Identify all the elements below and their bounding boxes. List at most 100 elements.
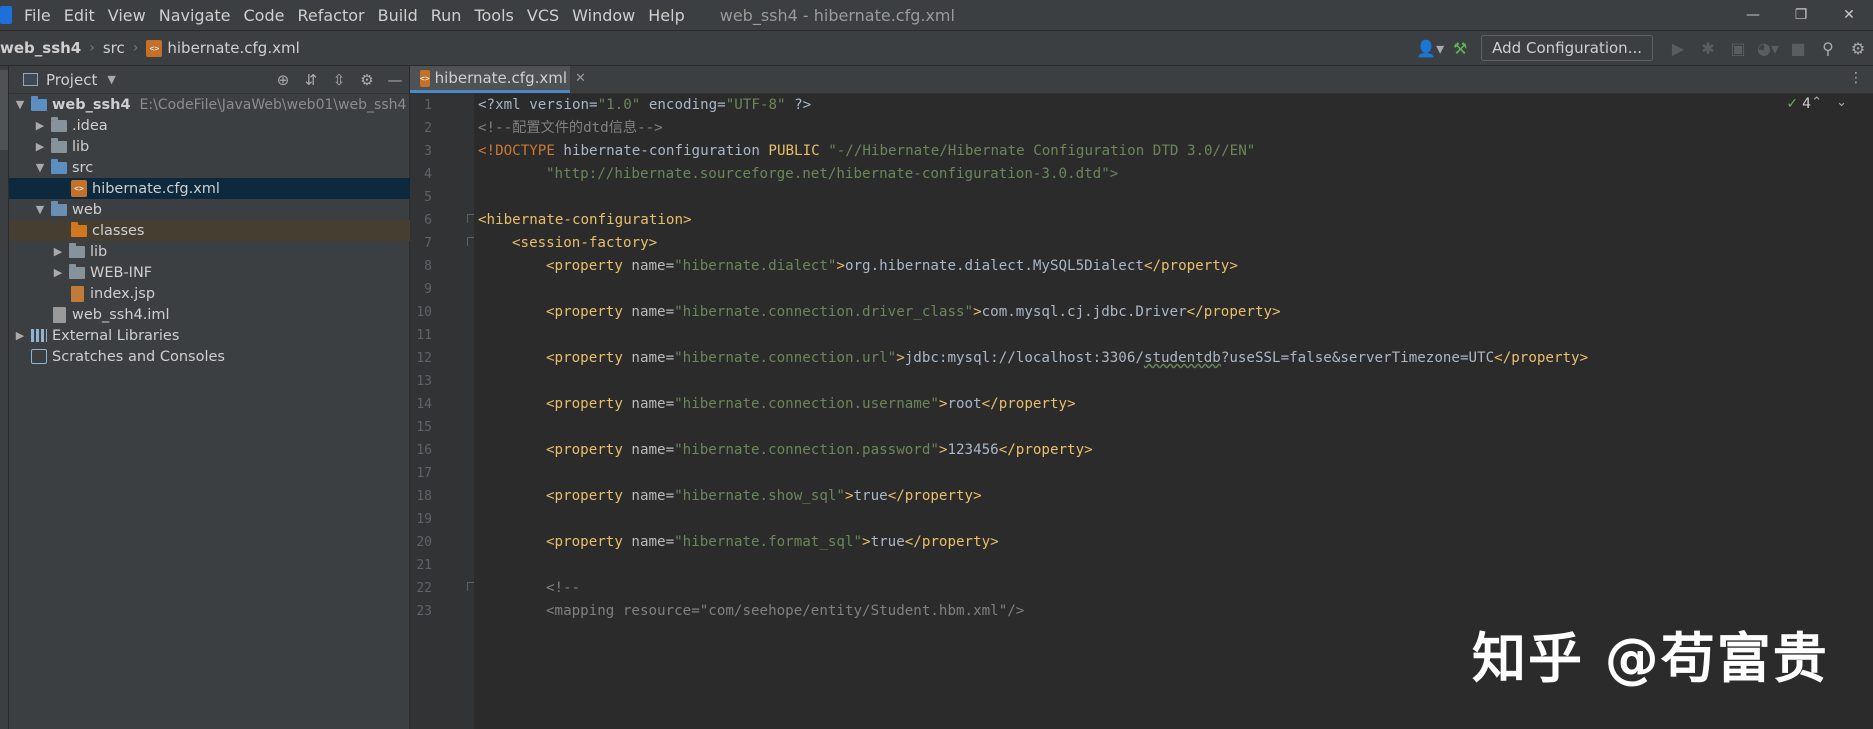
tree-item-hibernate-cfg[interactable]: <> hibernate.cfg.xml <box>9 178 471 199</box>
chevron-right-icon[interactable]: ▶ <box>33 119 47 132</box>
code-token: name= <box>622 258 675 274</box>
stop-icon[interactable]: ■ <box>1783 39 1813 58</box>
tree-item-idea[interactable]: ▶ .idea <box>9 115 433 136</box>
menu-file[interactable]: File <box>24 6 51 25</box>
inspection-count: 4 <box>1802 96 1811 112</box>
breadcrumb-src[interactable]: src <box>103 39 125 57</box>
line-number: 8 <box>424 259 432 274</box>
code-token: <property <box>546 350 623 366</box>
tree-item-scratches[interactable]: Scratches and Consoles <box>9 346 431 367</box>
more-icon[interactable]: ⋮ <box>1849 70 1863 86</box>
code-token: name= <box>622 442 675 458</box>
tree-item-src[interactable]: ▼ src <box>9 157 433 178</box>
source-folder-icon <box>51 158 67 174</box>
tree-item-external-libraries[interactable]: ▶ External Libraries <box>9 325 413 346</box>
user-icon[interactable]: 👤▾ <box>1415 39 1445 58</box>
chevron-up-icon[interactable]: ⌃ <box>1811 95 1836 110</box>
tree-item-webinf[interactable]: ▶ WEB-INF <box>9 262 451 283</box>
menu-help[interactable]: Help <box>648 6 684 25</box>
tree-item-label: src <box>72 159 94 176</box>
code-line-6: <hibernate-configuration> <box>478 212 692 228</box>
code-token: <property <box>546 442 623 458</box>
hide-icon[interactable]: — <box>381 71 409 89</box>
chevron-down-icon[interactable]: ▼ <box>13 98 27 111</box>
menu-edit[interactable]: Edit <box>64 6 95 25</box>
gear-icon[interactable]: ⚙ <box>353 71 381 89</box>
code-token: "hibernate.connection.username" <box>674 396 939 412</box>
breadcrumb-project[interactable]: web_ssh4 <box>0 39 81 57</box>
line-number: 21 <box>416 558 432 573</box>
inspection-widget[interactable]: ✓ 4 <box>1786 96 1811 112</box>
navigation-bar: web_ssh4 › src › <> hibernate.cfg.xml 👤▾… <box>0 30 1873 66</box>
menu-navigate[interactable]: Navigate <box>159 6 231 25</box>
chevron-down-icon[interactable]: ▼ <box>33 161 47 174</box>
menu-code[interactable]: Code <box>244 6 285 25</box>
chevron-right-icon[interactable]: ▶ <box>13 329 27 342</box>
minimize-icon[interactable]: — <box>1729 0 1777 30</box>
restore-icon[interactable]: ❐ <box>1777 0 1825 30</box>
code-token: </property> <box>981 396 1076 412</box>
collapse-all-icon[interactable]: ⇳ <box>325 71 353 89</box>
coverage-icon[interactable]: ▣ <box>1723 39 1753 58</box>
project-view-selector[interactable]: Project ▼ <box>23 71 116 89</box>
code-token: name= <box>622 488 675 504</box>
breadcrumb-file-label: hibernate.cfg.xml <box>167 39 300 57</box>
code-token: hibernate-configuration <box>554 143 769 159</box>
line-number: 17 <box>416 466 432 481</box>
chevron-right-icon[interactable]: ▶ <box>51 266 65 279</box>
menu-refactor[interactable]: Refactor <box>297 6 364 25</box>
tool-window-strip <box>0 66 9 729</box>
tree-item-web[interactable]: ▼ web <box>9 199 433 220</box>
code-token: /> <box>1007 603 1025 619</box>
tree-item-classes[interactable]: classes <box>9 220 471 241</box>
line-number: 9 <box>424 282 432 297</box>
code-token: </property> <box>998 442 1093 458</box>
locate-icon[interactable]: ⊕ <box>269 71 297 89</box>
tree-item-root[interactable]: ▼ web_ssh4 E:\CodeFile\JavaWeb\web01\web… <box>9 94 413 115</box>
tree-item-web-lib[interactable]: ▶ lib <box>9 241 451 262</box>
code-token: "1.0" <box>597 97 641 113</box>
debug-icon[interactable]: ✱ <box>1693 39 1723 58</box>
chevron-right-icon[interactable]: ▶ <box>33 140 47 153</box>
expand-all-icon[interactable]: ⇵ <box>297 71 325 89</box>
chevron-down-icon[interactable]: ▼ <box>33 203 47 216</box>
breadcrumb-file[interactable]: <> hibernate.cfg.xml <box>146 39 300 57</box>
excluded-folder-icon <box>71 221 87 237</box>
menu-build[interactable]: Build <box>378 6 418 25</box>
line-number: 1 <box>424 98 432 113</box>
gear-icon[interactable]: ⚙ <box>1843 39 1873 58</box>
code-token: <property <box>546 488 623 504</box>
tree-item-label: External Libraries <box>52 327 180 344</box>
line-number: 14 <box>416 397 432 412</box>
tab-hibernate-cfg[interactable]: <> hibernate.cfg.xml ✕ <box>410 66 586 93</box>
menu-tools[interactable]: Tools <box>474 6 513 25</box>
code-token: name= <box>622 534 675 550</box>
code-token: "com/seehope/entity/Student.hbm.xml" <box>699 603 1008 619</box>
problem-navigation[interactable]: ⌃⌄ <box>1811 95 1861 110</box>
run-icon[interactable]: ▶ <box>1663 39 1693 58</box>
code-token: org.hibernate.dialect.MySQL5Dialect <box>844 258 1144 274</box>
menu-run[interactable]: Run <box>431 6 462 25</box>
code-token: name= <box>622 396 675 412</box>
chevron-down-icon[interactable]: ⌄ <box>1836 95 1861 110</box>
app-icon[interactable] <box>0 6 12 24</box>
menu-view[interactable]: View <box>108 6 146 25</box>
tree-item-index-jsp[interactable]: index.jsp <box>9 283 471 304</box>
close-window-icon[interactable]: ✕ <box>1825 0 1873 30</box>
folder-icon <box>51 116 67 132</box>
add-configuration-button[interactable]: Add Configuration... <box>1481 35 1653 61</box>
profile-icon[interactable]: ◕▾ <box>1753 39 1783 58</box>
close-icon[interactable]: ✕ <box>575 71 586 86</box>
chevron-right-icon[interactable]: ▶ <box>51 245 65 258</box>
tree-item-iml[interactable]: web_ssh4.iml <box>9 304 453 325</box>
line-number: 3 <box>424 144 432 159</box>
project-tool-tab[interactable] <box>0 70 8 150</box>
menu-vcs[interactable]: VCS <box>527 6 559 25</box>
search-icon[interactable]: ⚲ <box>1813 39 1843 58</box>
tree-item-lib[interactable]: ▶ lib <box>9 136 433 157</box>
code-line-3: <!DOCTYPE hibernate-configuration PUBLIC… <box>478 140 1255 163</box>
code-line-22: <!-- <box>546 580 581 596</box>
menu-window[interactable]: Window <box>572 6 635 25</box>
tree-item-label: index.jsp <box>90 285 156 302</box>
hammer-icon[interactable]: ⚒ <box>1445 39 1475 58</box>
